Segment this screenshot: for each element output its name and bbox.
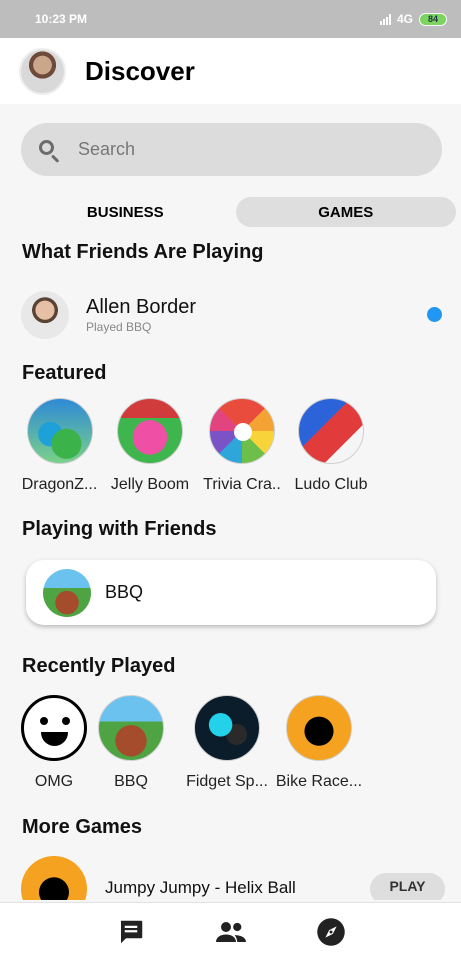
status-icons: 4G 84 xyxy=(379,12,447,26)
search-bar[interactable]: Search xyxy=(21,123,442,176)
online-indicator xyxy=(427,307,442,322)
search-icon xyxy=(38,139,60,163)
game-label: Ludo Club xyxy=(294,476,368,493)
section-title-featured: Featured xyxy=(22,362,107,384)
section-title-playing-with-friends: Playing with Friends xyxy=(22,518,217,540)
friend-activity: Played BBQ xyxy=(86,320,152,334)
friend-name: Allen Border xyxy=(86,296,197,318)
more-games-row[interactable]: Jumpy Jumpy - Helix Ball PLAY xyxy=(21,856,461,900)
people-icon xyxy=(215,921,246,942)
section-title-friends: What Friends Are Playing xyxy=(22,241,264,263)
recent-game-fidget[interactable]: Fidget Sp... xyxy=(183,695,271,791)
featured-game-ludo[interactable]: Ludo Club xyxy=(290,398,372,494)
search-input[interactable]: Search xyxy=(78,139,135,160)
more-game-name: Jumpy Jumpy - Helix Ball xyxy=(105,878,296,897)
playing-with-friends-card[interactable]: BBQ xyxy=(26,560,436,625)
ludo-game-icon xyxy=(298,398,364,464)
play-button[interactable]: PLAY xyxy=(370,873,445,900)
bbq-game-icon xyxy=(43,568,91,617)
game-label: Bike Race... xyxy=(275,773,363,790)
game-label: Trivia Cra.. xyxy=(203,476,281,493)
signal-icon xyxy=(379,13,391,25)
nav-discover[interactable] xyxy=(281,903,381,960)
recent-game-omg[interactable]: OMG xyxy=(21,695,87,791)
nav-people[interactable] xyxy=(181,903,281,960)
recently-played-list: OMG BBQ Fidget Sp... Bike Race... xyxy=(21,695,363,791)
game-label: Fidget Sp... xyxy=(186,773,268,790)
featured-game-dragon[interactable]: DragonZ... xyxy=(21,398,98,494)
tab-business[interactable]: BUSINESS xyxy=(15,197,236,227)
jelly-game-icon xyxy=(117,398,183,464)
helix-game-icon xyxy=(21,856,87,900)
game-label: OMG xyxy=(34,773,74,790)
recent-game-bike[interactable]: Bike Race... xyxy=(275,695,363,791)
game-label: DragonZ... xyxy=(21,476,98,493)
section-title-recently-played: Recently Played xyxy=(22,655,176,677)
card-game-name: BBQ xyxy=(105,582,144,602)
game-label: Jelly Boom xyxy=(110,476,190,493)
friend-activity-row[interactable]: Allen Border Played BBQ xyxy=(21,291,442,339)
recent-game-bbq[interactable]: BBQ xyxy=(98,695,164,791)
bbq-game-icon xyxy=(98,695,164,761)
bike-game-icon xyxy=(286,695,352,761)
featured-game-trivia[interactable]: Trivia Cra.. xyxy=(201,398,283,494)
bottom-nav xyxy=(0,902,461,960)
battery-icon: 84 xyxy=(419,12,447,26)
section-title-more-games: More Games xyxy=(22,816,143,838)
dragon-game-icon xyxy=(26,398,93,464)
chat-icon xyxy=(120,920,142,943)
network-type: 4G xyxy=(396,12,413,26)
featured-game-jelly[interactable]: Jelly Boom xyxy=(109,398,191,494)
friend-avatar xyxy=(21,291,69,339)
trivia-game-icon xyxy=(209,398,275,464)
compass-icon xyxy=(316,917,345,946)
app-header: Discover xyxy=(0,38,461,104)
status-time: 10:23 PM xyxy=(35,12,88,26)
featured-games-list: DragonZ... Jelly Boom Trivia Cra.. Ludo … xyxy=(21,398,372,494)
category-tabs: BUSINESS GAMES xyxy=(15,197,456,227)
battery-level: 84 xyxy=(427,14,438,24)
page-title: Discover xyxy=(85,55,195,86)
status-bar: 10:23 PM 4G 84 xyxy=(0,0,461,38)
omg-game-icon xyxy=(21,695,87,761)
nav-chats[interactable] xyxy=(81,903,181,960)
profile-avatar[interactable] xyxy=(19,47,66,95)
fidget-game-icon xyxy=(194,695,260,761)
game-label: BBQ xyxy=(114,773,148,790)
tab-games[interactable]: GAMES xyxy=(235,197,456,227)
